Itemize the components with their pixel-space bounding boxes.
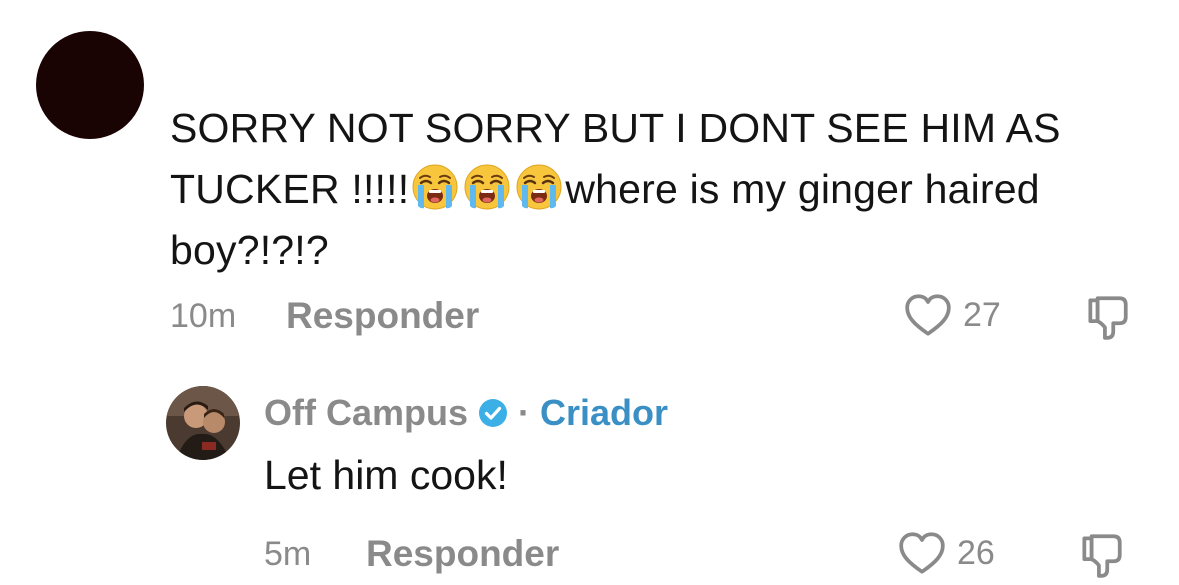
comment-text: SORRY NOT SORRY BUT I DONT SEE HIM AS TU… (170, 98, 1150, 281)
thumbs-down-icon[interactable] (1082, 292, 1132, 342)
comment-like-button[interactable]: 27 (903, 292, 1001, 338)
loudly-crying-face-emoji-icon (462, 162, 512, 212)
reply-text: Let him cook! (264, 452, 508, 498)
thumbs-down-icon[interactable] (1076, 530, 1126, 580)
creator-label: Criador (540, 392, 669, 433)
reply-reply-button[interactable]: Responder (366, 533, 559, 575)
creator-avatar[interactable] (166, 386, 240, 460)
heart-icon (903, 292, 953, 338)
loudly-crying-face-emoji-icon (514, 162, 564, 212)
author-separator: · (518, 392, 531, 433)
reply-author-line: Off Campus · Criador (264, 392, 668, 434)
comment-like-count: 27 (963, 295, 1001, 334)
comment-reply-button[interactable]: Responder (286, 295, 479, 337)
comment-timestamp: 10m (170, 297, 237, 335)
reply-like-button[interactable]: 26 (897, 530, 995, 576)
reply-author-name[interactable]: Off Campus (264, 392, 468, 434)
creator-avatar-photo (166, 386, 240, 460)
reply-like-count: 26 (957, 533, 995, 572)
reply-timestamp: 5m (264, 535, 312, 573)
loudly-crying-face-emoji-icon (410, 162, 460, 212)
verified-badge-icon (479, 399, 508, 427)
heart-icon (897, 530, 947, 576)
commenter-avatar[interactable] (36, 31, 144, 139)
